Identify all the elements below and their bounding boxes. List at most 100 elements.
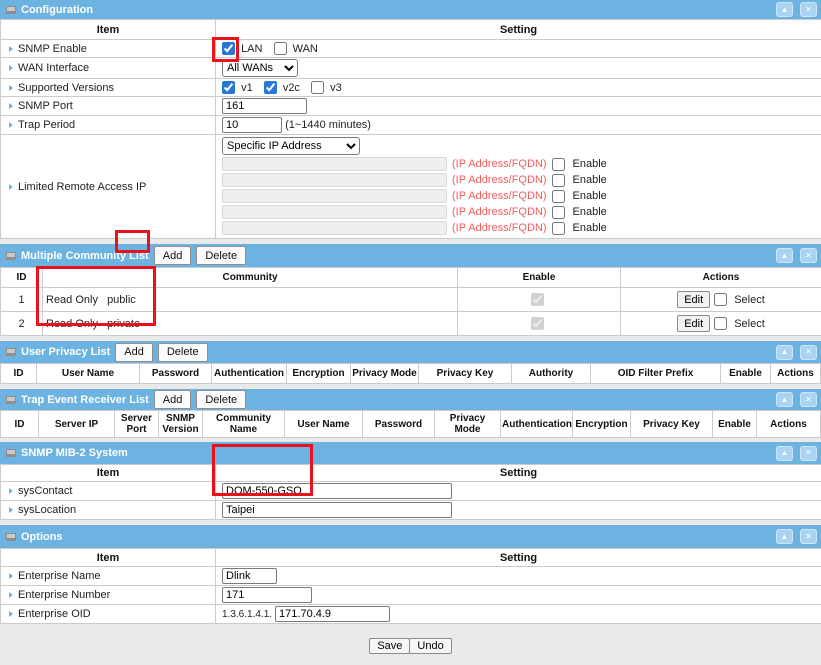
community-name: private (107, 318, 140, 330)
version-v3-checkbox[interactable] (311, 81, 324, 94)
column-header-community: Community (43, 268, 458, 288)
edit-button[interactable]: Edit (677, 315, 710, 332)
community-name: public (107, 294, 136, 306)
collapse-icon[interactable]: ▲ (776, 2, 793, 17)
collapse-icon[interactable]: ▲ (776, 446, 793, 461)
trap-receiver-section-header: Trap Event Receiver List Add Delete ▲ ✕ (0, 389, 821, 410)
community-delete-button[interactable]: Delete (196, 246, 246, 265)
column-header-setting: Setting (216, 20, 821, 40)
community-enable-checkbox (531, 293, 544, 306)
column-header: Authentication (501, 411, 573, 438)
column-header: User Name (37, 364, 140, 384)
limited-remote-access-label: Limited Remote Access IP (18, 181, 146, 193)
ip-fqdn-hint: (IP Address/FQDN) (452, 206, 547, 218)
item-bullet-icon (9, 46, 13, 52)
column-header-item: Item (1, 465, 216, 482)
item-bullet-icon (9, 611, 13, 617)
remote-ip-row: (IP Address/FQDN) Enable (222, 205, 818, 219)
community-access: Read Only (46, 294, 104, 306)
item-bullet-icon (9, 573, 13, 579)
user-privacy-add-button[interactable]: Add (115, 343, 153, 362)
configuration-title: Configuration (21, 4, 93, 16)
close-icon[interactable]: ✕ (800, 446, 817, 461)
syslocation-input[interactable] (222, 502, 452, 518)
item-bullet-icon (9, 65, 13, 71)
close-icon[interactable]: ✕ (800, 2, 817, 17)
collapse-icon[interactable]: ▲ (776, 392, 793, 407)
table-row: Trap Period (1~1440 minutes) (1, 116, 821, 135)
table-row: sysLocation (1, 501, 821, 520)
column-header: Privacy Mode (435, 411, 501, 438)
select-checkbox[interactable] (714, 317, 727, 330)
options-title: Options (21, 531, 63, 543)
column-header: Privacy Key (419, 364, 512, 384)
trap-period-input[interactable] (222, 117, 282, 133)
remote-ip-row: (IP Address/FQDN) Enable (222, 157, 818, 171)
trap-receiver-title: Trap Event Receiver List (21, 394, 149, 406)
user-privacy-delete-button[interactable]: Delete (158, 343, 208, 362)
trap-delete-button[interactable]: Delete (196, 390, 246, 409)
enterprise-oid-input[interactable] (275, 606, 390, 622)
column-header: SNMP Version (159, 411, 203, 438)
column-header: Server IP (39, 411, 115, 438)
options-table: Item Setting Enterprise Name Enterprise … (0, 548, 821, 624)
collapse-icon[interactable]: ▲ (776, 529, 793, 544)
column-header: Authority (512, 364, 591, 384)
undo-button[interactable]: Undo (409, 638, 451, 654)
remote-access-mode-select[interactable]: Specific IP Address (222, 137, 360, 155)
table-row: sysContact (1, 482, 821, 501)
select-checkbox[interactable] (714, 293, 727, 306)
save-button[interactable]: Save (369, 638, 410, 654)
enable-checkbox-label: Enable (573, 174, 607, 186)
remote-ip-enable-checkbox-4[interactable] (552, 206, 565, 219)
table-row: Enterprise OID 1.3.6.1.4.1. (1, 605, 821, 624)
community-row-id: 1 (1, 288, 43, 312)
column-header: Privacy Mode (351, 364, 419, 384)
column-header: Encryption (287, 364, 351, 384)
syscontact-input[interactable] (222, 483, 452, 499)
version-v1-checkbox[interactable] (222, 81, 235, 94)
community-row-id: 2 (1, 312, 43, 336)
enterprise-name-input[interactable] (222, 568, 277, 584)
collapse-icon[interactable]: ▲ (776, 345, 793, 360)
item-bullet-icon (9, 507, 13, 513)
trap-add-button[interactable]: Add (154, 390, 192, 409)
remote-ip-enable-checkbox-3[interactable] (552, 190, 565, 203)
close-icon[interactable]: ✕ (800, 345, 817, 360)
edit-button[interactable]: Edit (677, 291, 710, 308)
community-add-button[interactable]: Add (154, 246, 192, 265)
table-row: Limited Remote Access IP Specific IP Add… (1, 135, 821, 239)
snmp-enable-wan-checkbox[interactable] (274, 42, 287, 55)
collapse-icon[interactable]: ▲ (776, 248, 793, 263)
remote-ip-enable-checkbox-2[interactable] (552, 174, 565, 187)
snmp-port-label: SNMP Port (18, 100, 73, 112)
version-v2c-checkbox[interactable] (264, 81, 277, 94)
remote-ip-input-5 (222, 221, 447, 235)
column-header: Actions (771, 364, 821, 384)
close-icon[interactable]: ✕ (800, 529, 817, 544)
column-header: User Name (285, 411, 363, 438)
snmp-enable-lan-checkbox[interactable] (222, 42, 235, 55)
footer-bar: SaveUndo (0, 624, 821, 665)
snmp-port-input[interactable] (222, 98, 307, 114)
trap-period-hint: (1~1440 minutes) (285, 119, 371, 131)
table-row: SNMP Enable LAN WAN (1, 40, 821, 58)
column-header-setting: Setting (216, 465, 821, 482)
remote-ip-enable-checkbox-1[interactable] (552, 158, 565, 171)
column-header: Enable (721, 364, 771, 384)
trap-period-label: Trap Period (18, 119, 75, 131)
column-header: Encryption (573, 411, 631, 438)
wan-interface-select[interactable]: All WANs (222, 59, 298, 77)
window-icon (6, 396, 16, 404)
column-header: Password (363, 411, 435, 438)
enterprise-number-input[interactable] (222, 587, 312, 603)
wan-checkbox-label: WAN (293, 43, 318, 55)
user-privacy-table: ID User Name Password Authentication Enc… (0, 363, 821, 384)
close-icon[interactable]: ✕ (800, 248, 817, 263)
ip-fqdn-hint: (IP Address/FQDN) (452, 190, 547, 202)
community-list-table: ID Community Enable Actions 1 Read Only … (0, 267, 821, 336)
remote-ip-input-3 (222, 189, 447, 203)
enterprise-name-label: Enterprise Name (18, 570, 101, 582)
remote-ip-enable-checkbox-5[interactable] (552, 222, 565, 235)
close-icon[interactable]: ✕ (800, 392, 817, 407)
